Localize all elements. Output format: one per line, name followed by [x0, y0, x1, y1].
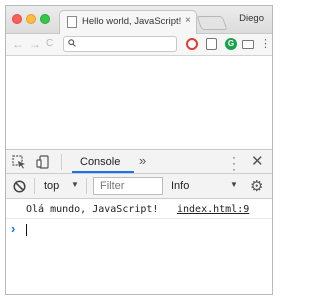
- grammarly-extension-icon[interactable]: G: [225, 38, 237, 50]
- tab-console[interactable]: Console: [80, 156, 120, 168]
- close-tab-icon[interactable]: ×: [185, 15, 191, 26]
- minimize-window-button[interactable]: [26, 14, 36, 24]
- inspect-element-icon[interactable]: [12, 155, 26, 169]
- title-bar: Hello world, JavaScript! × Diego: [6, 6, 272, 34]
- console-toolbar: top ▼ Filter Info ▼ ⚙: [6, 174, 272, 199]
- maximize-window-button[interactable]: [40, 14, 50, 24]
- divider: [86, 178, 87, 194]
- devtools-panel: Console » · · · ✕ top ▼ Filter Info ▼ ⚙ Ol…: [6, 149, 272, 294]
- close-devtools-icon[interactable]: ✕: [251, 152, 264, 170]
- devtools-tab-bar: Console » · · · ✕: [6, 150, 272, 175]
- tab-title: Hello world, JavaScript!: [82, 16, 182, 27]
- console-prompt[interactable]: ›: [6, 220, 272, 238]
- browser-toolbar: ← → C G ⋮: [6, 34, 272, 56]
- back-button[interactable]: ←: [12, 37, 24, 51]
- address-bar[interactable]: [63, 36, 177, 52]
- log-message: Olá mundo, JavaScript!: [26, 204, 159, 215]
- page-icon: [67, 16, 77, 28]
- browser-menu-icon[interactable]: ⋮: [260, 37, 271, 51]
- page-content: [6, 56, 272, 149]
- prompt-chevron-icon: ›: [11, 221, 16, 236]
- search-icon: [68, 39, 76, 47]
- clear-console-icon[interactable]: [13, 180, 26, 193]
- extension-icon[interactable]: [206, 38, 217, 50]
- devtools-menu-icon[interactable]: · · ·: [231, 151, 237, 175]
- text-cursor: [26, 224, 27, 236]
- chevron-down-icon[interactable]: ▼: [71, 180, 79, 189]
- log-source-link[interactable]: index.html:9: [177, 204, 249, 215]
- browser-tab[interactable]: Hello world, JavaScript! ×: [59, 10, 197, 34]
- device-toolbar-icon[interactable]: [36, 155, 50, 169]
- divider: [61, 154, 62, 170]
- divider: [34, 178, 35, 194]
- new-tab-button[interactable]: [196, 16, 228, 30]
- opera-extension-icon[interactable]: [186, 38, 198, 50]
- browser-window: Hello world, JavaScript! × Diego ← → C G…: [5, 5, 273, 295]
- forward-button[interactable]: →: [29, 37, 41, 51]
- context-selector[interactable]: top: [44, 180, 59, 192]
- cast-icon[interactable]: [242, 40, 254, 49]
- active-tab-indicator: [72, 171, 134, 173]
- gear-icon[interactable]: ⚙: [250, 177, 263, 195]
- filter-input[interactable]: Filter: [93, 177, 163, 195]
- reload-button[interactable]: C: [46, 37, 53, 51]
- profile-name[interactable]: Diego: [239, 13, 264, 24]
- more-tabs-button[interactable]: »: [139, 153, 146, 168]
- close-window-button[interactable]: [12, 14, 22, 24]
- console-log-row: Olá mundo, JavaScript! index.html:9: [6, 199, 272, 219]
- chevron-down-icon[interactable]: ▼: [230, 180, 238, 189]
- log-level-selector[interactable]: Info: [171, 180, 189, 192]
